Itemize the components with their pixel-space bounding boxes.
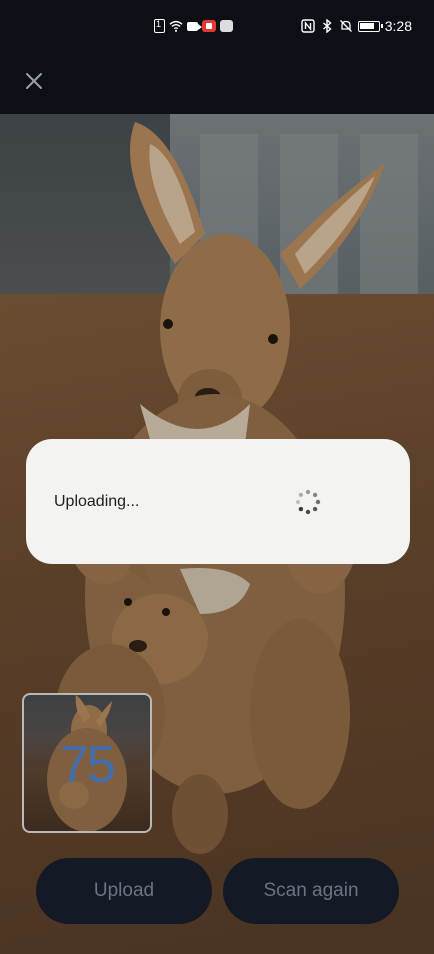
scan-count: 75 <box>60 736 116 794</box>
upload-button[interactable]: Upload <box>36 858 212 924</box>
status-icons-left <box>154 18 233 34</box>
screen-record-icon <box>202 20 216 32</box>
wifi-icon <box>169 20 183 32</box>
app-icon <box>220 20 233 32</box>
video-camera-icon <box>187 21 202 31</box>
loading-spinner-icon <box>296 489 321 515</box>
mute-bell-icon <box>339 20 352 32</box>
top-bar <box>0 52 434 114</box>
status-icons-right: 3:28 <box>301 18 412 34</box>
bluetooth-icon <box>322 19 332 33</box>
sim-icon <box>154 19 165 33</box>
status-time: 3:28 <box>384 18 412 34</box>
close-icon[interactable] <box>22 69 46 93</box>
battery-icon <box>357 20 383 32</box>
captured-photo-thumbnail[interactable]: 75 <box>22 693 152 833</box>
status-bar: 3:28 <box>0 0 434 52</box>
uploading-message: Uploading... <box>54 493 140 510</box>
scan-again-button[interactable]: Scan again <box>223 858 399 924</box>
nfc-icon <box>301 19 315 33</box>
upload-progress-dialog: Uploading... <box>26 439 410 564</box>
